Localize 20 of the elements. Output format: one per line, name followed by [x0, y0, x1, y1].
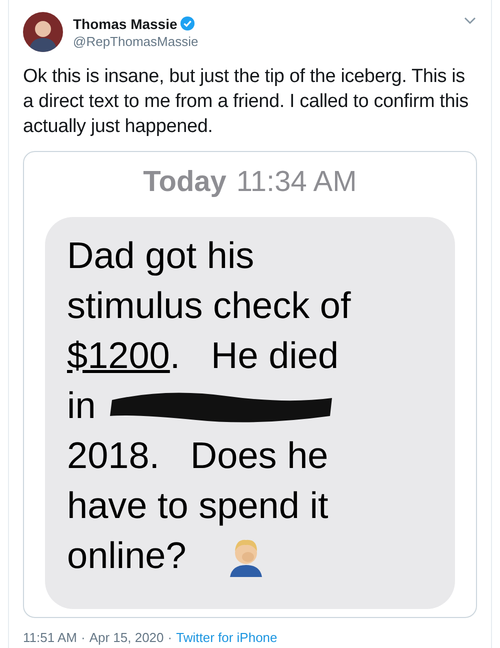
message-text: have to spend it: [67, 485, 328, 527]
separator-dot: ·: [80, 630, 86, 645]
tweet-date: Apr 15, 2020: [89, 630, 164, 645]
avatar[interactable]: [23, 12, 63, 52]
message-screenshot[interactable]: Today 11:34 AM Dad got his stimulus check of $1200. He died in 2018. Does he have to spend it online?: [23, 151, 477, 618]
message-text: $1200: [67, 335, 170, 377]
message-text: online?: [67, 535, 186, 577]
message-day: Today: [143, 166, 226, 199]
message-time: 11:34 AM: [236, 166, 357, 199]
message-text: 2018. Does he: [67, 435, 328, 477]
separator-dot: ·: [168, 630, 172, 645]
tweet-text: Ok this is insane, but just the tip of the iceberg. This is a direct text to me from a friend. I called to confirm this actually just happened.: [23, 65, 470, 139]
message-text: in: [67, 385, 96, 427]
tweet-time: 11:51 AM: [23, 630, 77, 645]
author-handle[interactable]: @RepThomasMassie: [73, 34, 453, 48]
message-text: . He died: [170, 335, 339, 377]
message-text: stimulus check of: [67, 285, 351, 327]
message-text: Dad got his: [67, 235, 254, 277]
chevron-down-icon[interactable]: [463, 16, 477, 26]
author-name[interactable]: Thomas Massie: [73, 16, 178, 32]
